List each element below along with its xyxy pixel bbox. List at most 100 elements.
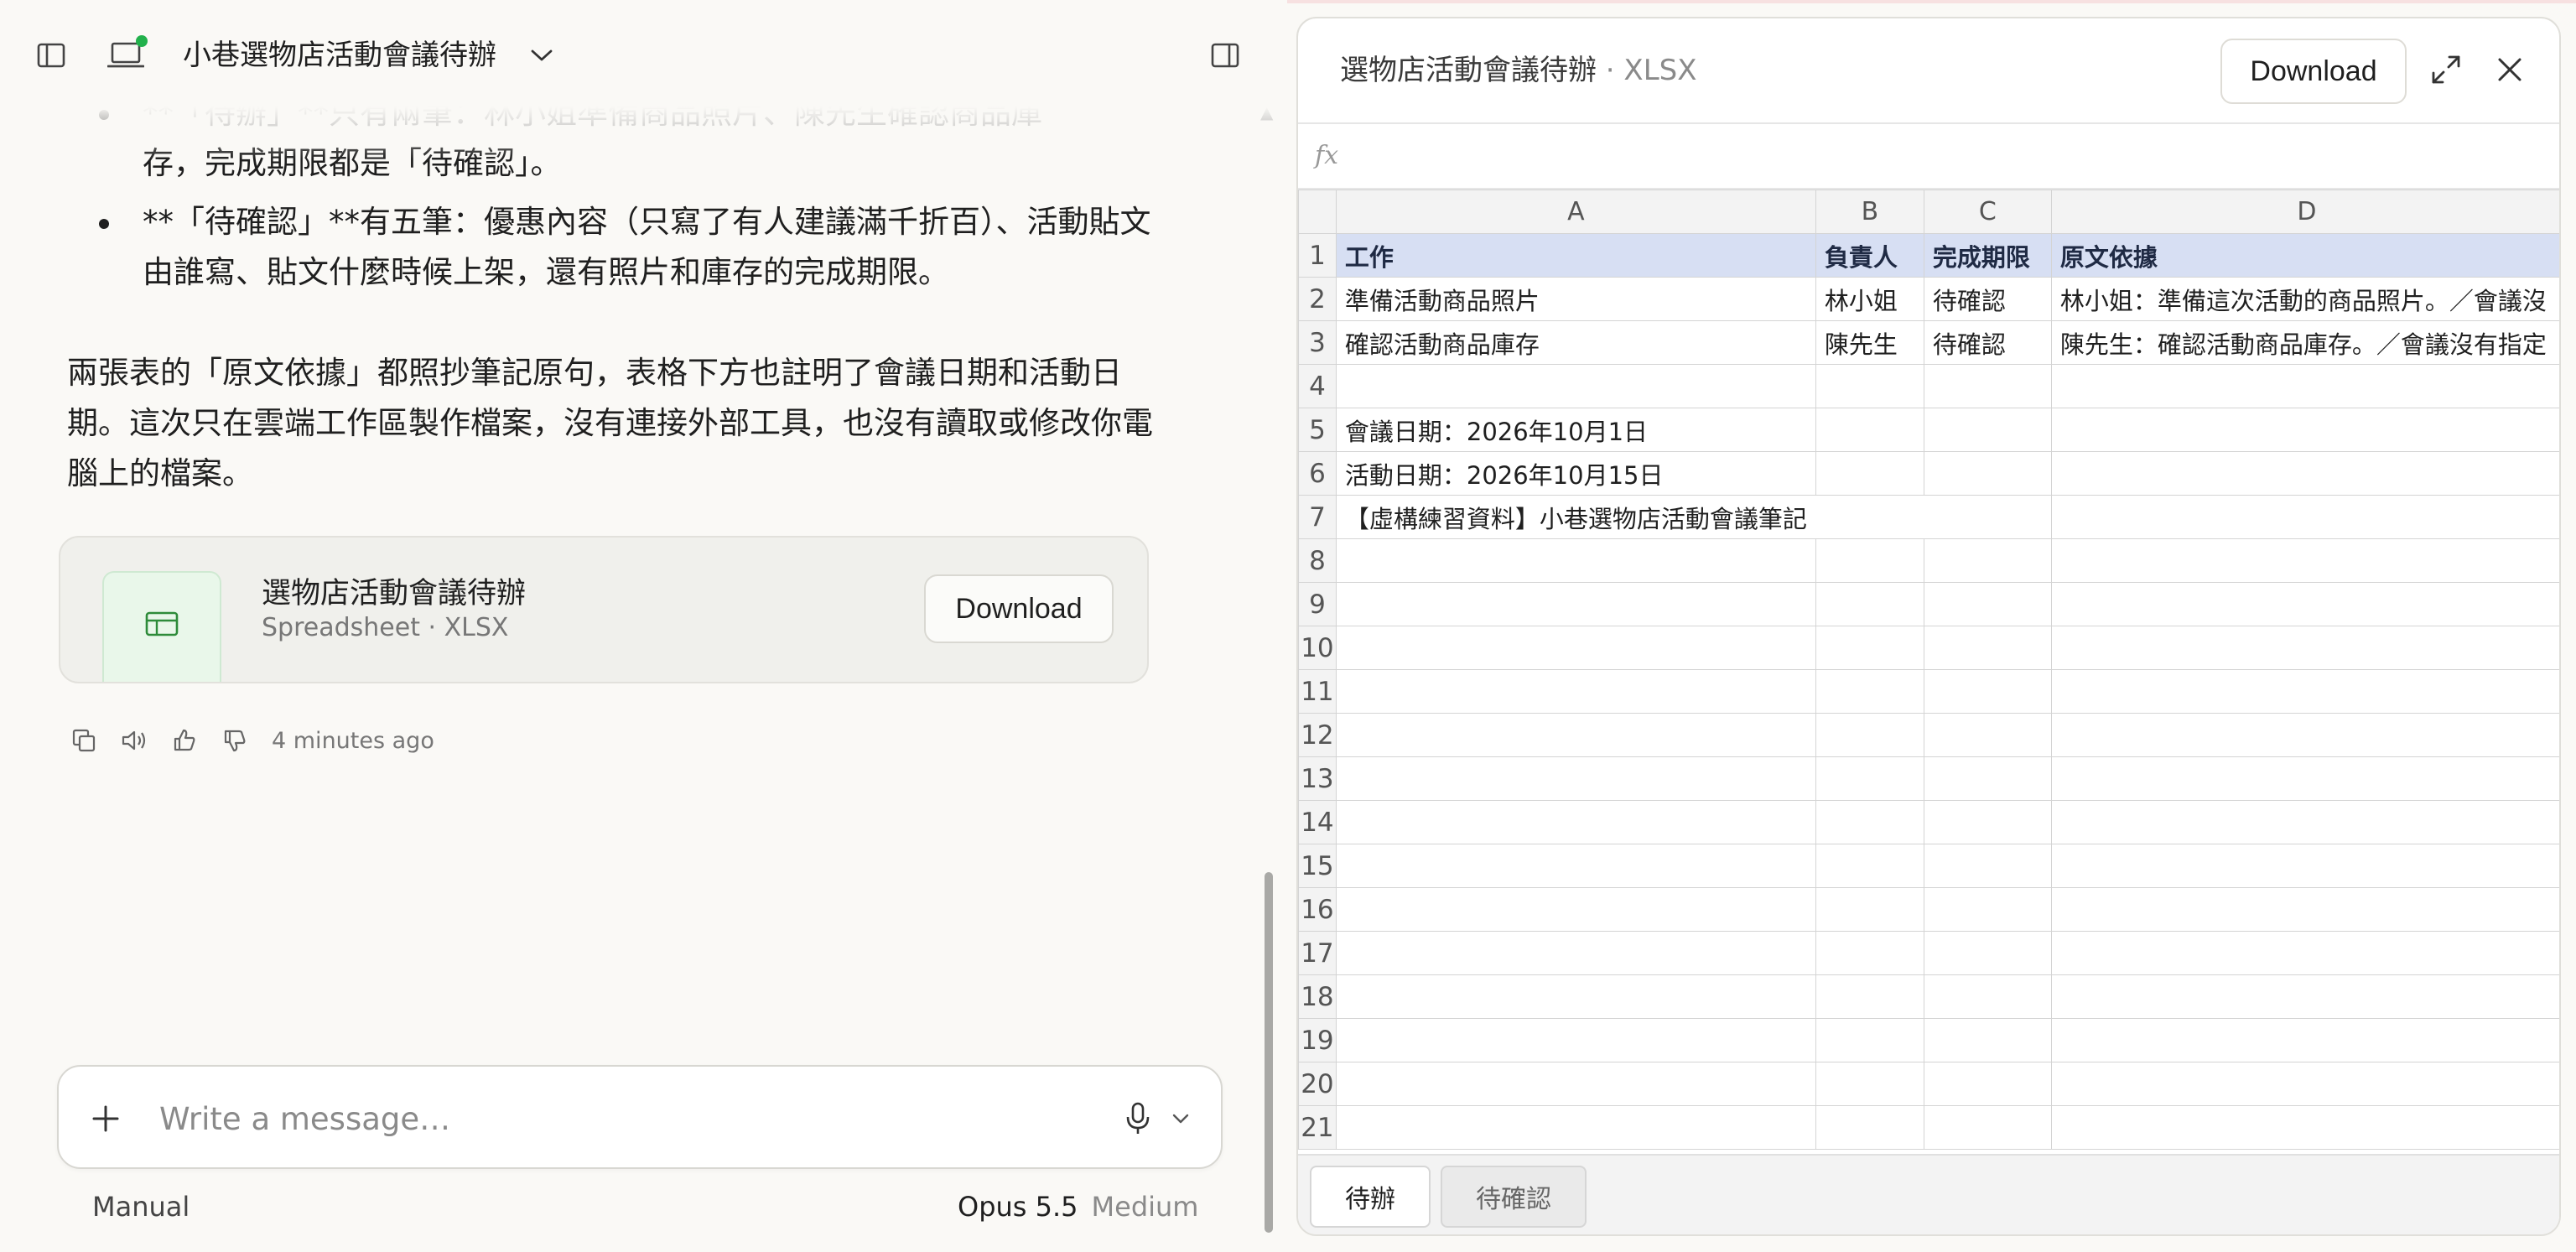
preview-download-button[interactable]: Download xyxy=(2220,39,2407,104)
cell[interactable] xyxy=(2050,974,2559,1019)
add-attachment-button[interactable] xyxy=(84,1097,127,1140)
row-header[interactable]: 21 xyxy=(1298,1105,1337,1150)
voice-input-button[interactable] xyxy=(1117,1095,1159,1142)
cell[interactable] xyxy=(1335,626,1816,670)
row-header[interactable]: 14 xyxy=(1298,800,1337,844)
row-header[interactable]: 20 xyxy=(1298,1062,1337,1106)
row-header[interactable]: 10 xyxy=(1298,626,1337,670)
scroll-up-arrow[interactable]: ▲ xyxy=(1260,102,1273,122)
row-header[interactable]: 5 xyxy=(1298,408,1337,452)
voice-options-button[interactable] xyxy=(1166,1104,1196,1134)
row-header[interactable]: 4 xyxy=(1298,364,1337,408)
cell[interactable] xyxy=(2050,364,2559,408)
cell[interactable] xyxy=(2050,756,2559,801)
cell[interactable] xyxy=(1923,1018,2052,1062)
cell[interactable] xyxy=(1815,364,1924,408)
cell[interactable] xyxy=(1923,800,2052,844)
cell[interactable] xyxy=(2050,931,2559,975)
cell[interactable] xyxy=(1923,756,2052,801)
cell[interactable] xyxy=(1924,495,2052,539)
cell[interactable] xyxy=(2050,1062,2559,1106)
cell[interactable] xyxy=(1335,756,1816,801)
row-header[interactable]: 3 xyxy=(1298,320,1337,365)
cell[interactable] xyxy=(1815,1062,1924,1106)
cell[interactable]: 負責人 xyxy=(1815,233,1924,278)
cell[interactable] xyxy=(1923,974,2052,1019)
spreadsheet-grid[interactable]: A B C D 1 工作 負責人 完成期限 原文依據 2 準備活動商品照片 林小 xyxy=(1298,190,2559,1156)
cell[interactable] xyxy=(2050,669,2559,714)
cell[interactable]: 待確認 xyxy=(1923,277,2052,321)
cell[interactable] xyxy=(2050,844,2559,888)
cell[interactable] xyxy=(1815,451,1924,496)
title-menu-button[interactable] xyxy=(523,37,560,74)
copy-button[interactable] xyxy=(59,720,109,761)
cell[interactable] xyxy=(1815,1018,1924,1062)
cell[interactable] xyxy=(1923,364,2052,408)
cell[interactable]: 陳先生 xyxy=(1815,320,1924,365)
cell[interactable] xyxy=(2050,408,2559,452)
thumbs-up-button[interactable] xyxy=(159,720,210,761)
cell[interactable] xyxy=(1335,364,1816,408)
chat-title[interactable]: 小巷選物店活動會議待辦 xyxy=(183,35,496,75)
column-header-b[interactable]: B xyxy=(1815,190,1924,234)
cell[interactable] xyxy=(1335,538,1816,583)
column-header-a[interactable]: A xyxy=(1335,190,1816,234)
read-aloud-button[interactable] xyxy=(109,720,159,761)
row-header[interactable]: 8 xyxy=(1298,538,1337,583)
cell[interactable] xyxy=(2050,538,2559,583)
cell[interactable]: 原文依據 xyxy=(2050,233,2559,278)
sidebar-toggle-button[interactable] xyxy=(29,35,74,75)
cell[interactable] xyxy=(2050,1018,2559,1062)
cell[interactable] xyxy=(1923,844,2052,888)
cell[interactable] xyxy=(1335,1105,1816,1150)
cell[interactable] xyxy=(1923,408,2052,452)
cell[interactable]: 會議日期：2026年10月1日 xyxy=(1335,408,1816,452)
cell[interactable] xyxy=(1335,713,1816,757)
cell[interactable]: 待確認 xyxy=(1923,320,2052,365)
cell[interactable] xyxy=(1815,844,1924,888)
cell[interactable] xyxy=(2050,626,2559,670)
cell[interactable] xyxy=(1815,931,1924,975)
column-header-c[interactable]: C xyxy=(1923,190,2052,234)
message-input[interactable] xyxy=(159,1092,1065,1146)
cell[interactable] xyxy=(1815,408,1924,452)
expand-button[interactable] xyxy=(2425,49,2467,91)
row-header[interactable]: 18 xyxy=(1298,974,1337,1019)
mode-selector[interactable]: Manual xyxy=(92,1191,190,1223)
cell[interactable] xyxy=(1335,1062,1816,1106)
cell[interactable] xyxy=(1923,451,2052,496)
cell[interactable]: 準備活動商品照片 xyxy=(1335,277,1816,321)
cell[interactable]: 活動日期：2026年10月15日 xyxy=(1335,451,1816,496)
row-header[interactable]: 7 xyxy=(1298,495,1337,539)
cell[interactable] xyxy=(1923,582,2052,626)
corner-cell[interactable] xyxy=(1298,190,1337,234)
row-header[interactable]: 13 xyxy=(1298,756,1337,801)
cell[interactable] xyxy=(1815,887,1924,932)
cell[interactable]: 工作 xyxy=(1335,233,1816,278)
cell[interactable] xyxy=(2050,451,2559,496)
cell[interactable] xyxy=(1815,582,1924,626)
cell[interactable] xyxy=(2050,582,2559,626)
cell[interactable] xyxy=(1815,974,1924,1019)
cell[interactable] xyxy=(1923,931,2052,975)
preview-panel-toggle[interactable] xyxy=(1204,35,1246,75)
message-list[interactable]: **「待辦」**只有兩筆：林小姐準備商品照片、陳先生確認商品庫 存，完成期限都是「… xyxy=(0,101,1287,1040)
cell[interactable]: 確認活動商品庫存 xyxy=(1335,320,1816,365)
cell[interactable] xyxy=(1335,1018,1816,1062)
cell[interactable] xyxy=(1335,931,1816,975)
cell[interactable]: 【虛構練習資料】小巷選物店活動會議筆記 xyxy=(1335,495,1816,539)
cell[interactable] xyxy=(1335,669,1816,714)
cell[interactable] xyxy=(1923,626,2052,670)
cell[interactable] xyxy=(1815,538,1924,583)
close-preview-button[interactable] xyxy=(2489,49,2531,91)
file-attachment-card[interactable]: 選物店活動會議待辦 Spreadsheet · XLSX Download xyxy=(59,536,1149,683)
cell[interactable] xyxy=(1923,538,2052,583)
cell[interactable] xyxy=(1335,974,1816,1019)
cell[interactable] xyxy=(1815,1105,1924,1150)
cell[interactable]: 陳先生：確認活動商品庫存。／會議沒有指定 xyxy=(2050,320,2559,365)
cell[interactable] xyxy=(1335,582,1816,626)
chat-scrollbar[interactable] xyxy=(1265,872,1273,1233)
file-download-button[interactable]: Download xyxy=(924,574,1114,643)
row-header[interactable]: 16 xyxy=(1298,887,1337,932)
cell[interactable] xyxy=(2050,713,2559,757)
